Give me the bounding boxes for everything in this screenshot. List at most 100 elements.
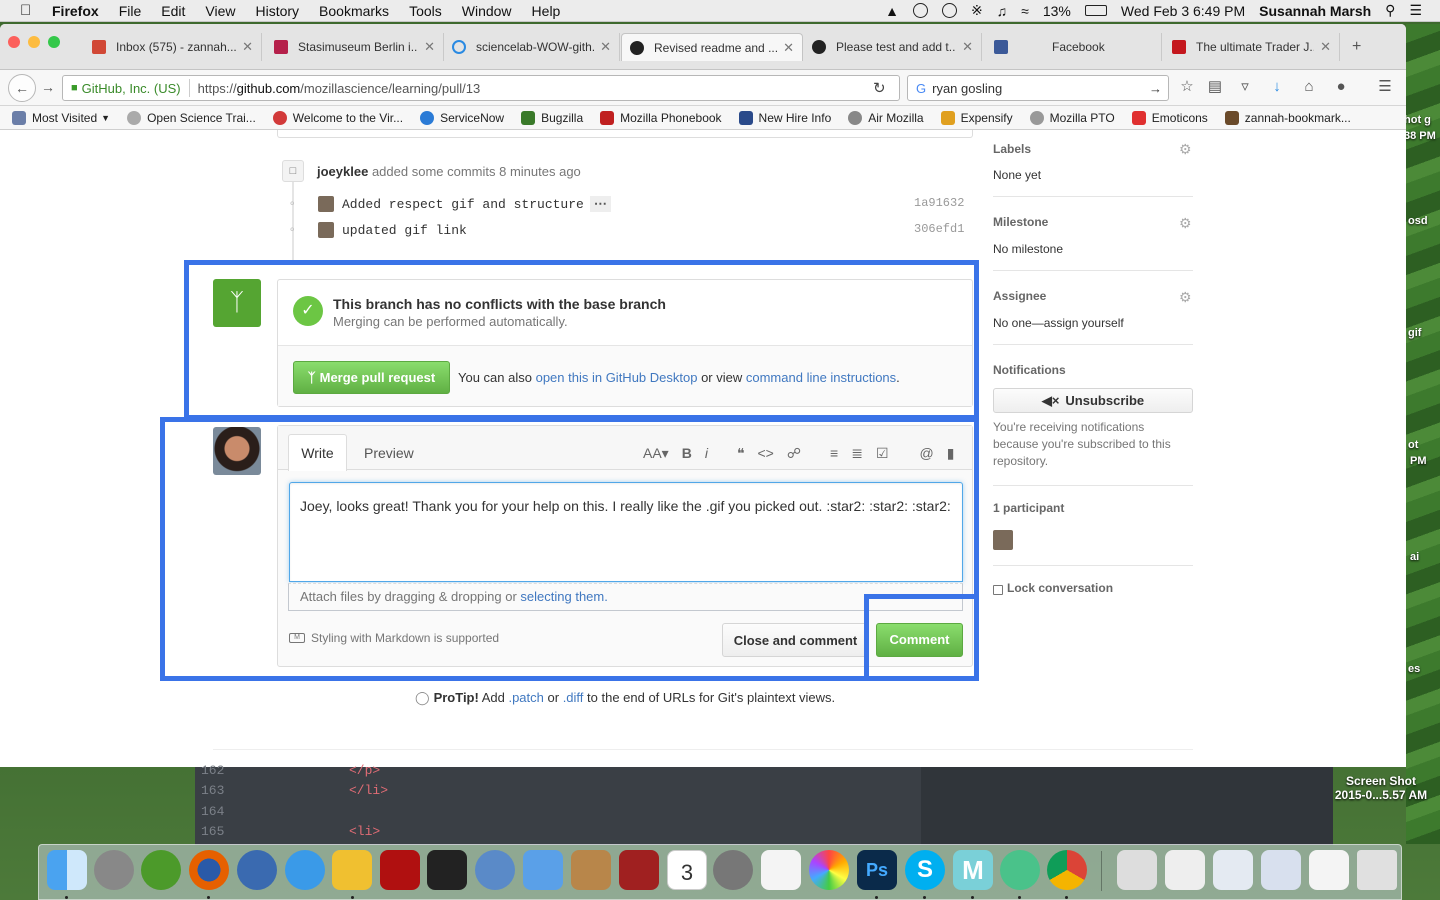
assignee-value[interactable]: No one—assign yourself: [993, 316, 1124, 330]
chrome-icon[interactable]: [1047, 850, 1087, 890]
clock[interactable]: Wed Feb 3 6:49 PM: [1121, 3, 1245, 19]
search-go-icon[interactable]: →: [1149, 81, 1162, 96]
new-tab-button[interactable]: +: [1352, 38, 1361, 56]
bookmark-item[interactable]: Expensify: [940, 110, 1013, 125]
mail-icon[interactable]: [523, 850, 563, 890]
gear-icon[interactable]: ⚙: [1179, 216, 1193, 230]
assignee-heading[interactable]: Assignee: [993, 289, 1046, 303]
tab-sciencelab[interactable]: sciencelab-WOW-gith... ✕: [444, 33, 620, 61]
patch-link[interactable]: .patch: [508, 690, 543, 705]
calendar-icon[interactable]: 3: [667, 850, 707, 890]
tab-revised-readme[interactable]: Revised readme and ... ✕: [621, 33, 803, 61]
event-author[interactable]: joeyklee: [317, 164, 368, 179]
bookmark-item[interactable]: Mozilla PTO: [1029, 110, 1115, 125]
city-icon[interactable]: [427, 850, 467, 890]
trash-icon[interactable]: [1357, 850, 1397, 890]
commit-avatar[interactable]: [318, 222, 334, 238]
tab-please-test[interactable]: Please test and add t... ✕: [804, 33, 982, 61]
menu-file[interactable]: File: [119, 3, 142, 19]
bookmark-item[interactable]: Most Visited ▼: [12, 110, 110, 125]
bookmark-star-icon[interactable]: ☆: [1178, 78, 1196, 96]
menu-history[interactable]: History: [255, 3, 299, 19]
participant-avatar[interactable]: [993, 530, 1013, 550]
tab-stasimuseum[interactable]: Stasimuseum Berlin i... ✕: [266, 33, 444, 61]
gear-icon[interactable]: ⚙: [1179, 142, 1193, 156]
commit-message[interactable]: updated gif link: [342, 223, 467, 238]
bookmark-item[interactable]: Mozilla Phonebook: [600, 110, 722, 125]
maps-icon[interactable]: [332, 850, 372, 890]
photo-booth-icon[interactable]: [619, 850, 659, 890]
photos-icon[interactable]: [809, 850, 849, 890]
home-icon[interactable]: ⌂: [1300, 78, 1318, 96]
firefox-icon[interactable]: [189, 850, 229, 890]
search-bar[interactable]: G ryan gosling →: [907, 75, 1169, 101]
url-text[interactable]: https://github.com/mozillascience/learni…: [198, 81, 481, 96]
battery-icon[interactable]: [1084, 5, 1107, 16]
reading-list-icon[interactable]: ▤: [1206, 78, 1224, 96]
acrobat-icon[interactable]: [380, 850, 420, 890]
menu-view[interactable]: View: [205, 3, 235, 19]
system-preferences-icon[interactable]: [713, 850, 753, 890]
volume-icon[interactable]: ♫: [997, 3, 1008, 19]
menu-bookmarks[interactable]: Bookmarks: [319, 3, 389, 19]
gear-icon[interactable]: ⚙: [1179, 290, 1193, 304]
menu-window[interactable]: Window: [462, 3, 512, 19]
finder-icon[interactable]: [47, 850, 87, 890]
sync-icon[interactable]: [941, 3, 957, 18]
downloads-icon[interactable]: ↓: [1268, 78, 1286, 96]
drive-icon[interactable]: ▲: [885, 3, 899, 19]
launchpad-icon[interactable]: [94, 850, 134, 890]
site-identity[interactable]: GitHub, Inc. (US): [82, 81, 181, 96]
close-tab-icon[interactable]: ✕: [242, 39, 253, 55]
commit-expand-button[interactable]: ⋯: [589, 196, 611, 212]
bluetooth-icon[interactable]: ※: [971, 2, 983, 19]
tab-facebook[interactable]: Facebook: [986, 33, 1162, 61]
bookmark-item[interactable]: Open Science Trai...: [127, 110, 256, 125]
menu-icon[interactable]: ☰: [1376, 78, 1394, 96]
lock-conversation[interactable]: Lock conversation: [993, 581, 1113, 595]
menu-app-firefox[interactable]: Firefox: [52, 3, 99, 19]
bookmark-item[interactable]: Bugzilla: [521, 110, 583, 125]
labels-heading[interactable]: Labels: [993, 142, 1031, 156]
photoshop-icon[interactable]: Ps: [857, 850, 897, 890]
chat-icon[interactable]: ●: [1332, 78, 1350, 96]
spotlight-icon[interactable]: ⚲: [1385, 2, 1395, 19]
url-bar[interactable]: ■ GitHub, Inc. (US) https://github.com/m…: [62, 75, 900, 101]
check-icon[interactable]: [912, 3, 928, 18]
document-thumbnail-icon[interactable]: [1213, 850, 1253, 890]
close-tab-icon[interactable]: ✕: [962, 39, 973, 55]
adium-icon[interactable]: [141, 850, 181, 890]
bookmark-item[interactable]: New Hire Info: [738, 110, 831, 125]
reload-icon[interactable]: ↻: [873, 79, 886, 97]
document-thumbnail-icon[interactable]: [1309, 850, 1349, 890]
bookmark-item[interactable]: Welcome to the Vir...: [272, 110, 403, 125]
document-thumbnail-icon[interactable]: [1117, 850, 1157, 890]
skype-icon[interactable]: S: [905, 850, 945, 890]
user-name[interactable]: Susannah Marsh: [1259, 3, 1371, 19]
close-tab-icon[interactable]: ✕: [1320, 39, 1331, 55]
textedit-icon[interactable]: [761, 850, 801, 890]
tab-trader-joes[interactable]: The ultimate Trader J... ✕: [1164, 33, 1340, 61]
contacts-icon[interactable]: [571, 850, 611, 890]
diff-link[interactable]: .diff: [563, 690, 584, 705]
bookmark-item[interactable]: Air Mozilla: [848, 110, 924, 125]
wifi-icon[interactable]: ≈: [1021, 3, 1029, 19]
milestone-heading[interactable]: Milestone: [993, 215, 1048, 229]
document-thumbnail-icon[interactable]: [1165, 850, 1205, 890]
search-input[interactable]: ryan gosling: [932, 81, 1149, 96]
battery-percent[interactable]: 13%: [1043, 3, 1071, 19]
menu-help[interactable]: Help: [532, 3, 561, 19]
minimize-window-button[interactable]: [28, 36, 40, 48]
zoom-window-button[interactable]: [48, 36, 60, 48]
menu-edit[interactable]: Edit: [161, 3, 185, 19]
commit-sha[interactable]: 306efd1: [914, 222, 964, 236]
back-button[interactable]: ←: [8, 74, 36, 102]
bookmark-item[interactable]: Emoticons: [1131, 110, 1208, 125]
unsubscribe-button[interactable]: ◀× Unsubscribe: [993, 388, 1193, 413]
forward-button[interactable]: →: [36, 76, 60, 100]
commit-message[interactable]: Added respect gif and structure: [342, 197, 584, 212]
network-icon[interactable]: [475, 850, 515, 890]
close-window-button[interactable]: [8, 36, 20, 48]
thunderbird-icon[interactable]: [237, 850, 277, 890]
close-tab-icon[interactable]: ✕: [600, 39, 611, 55]
